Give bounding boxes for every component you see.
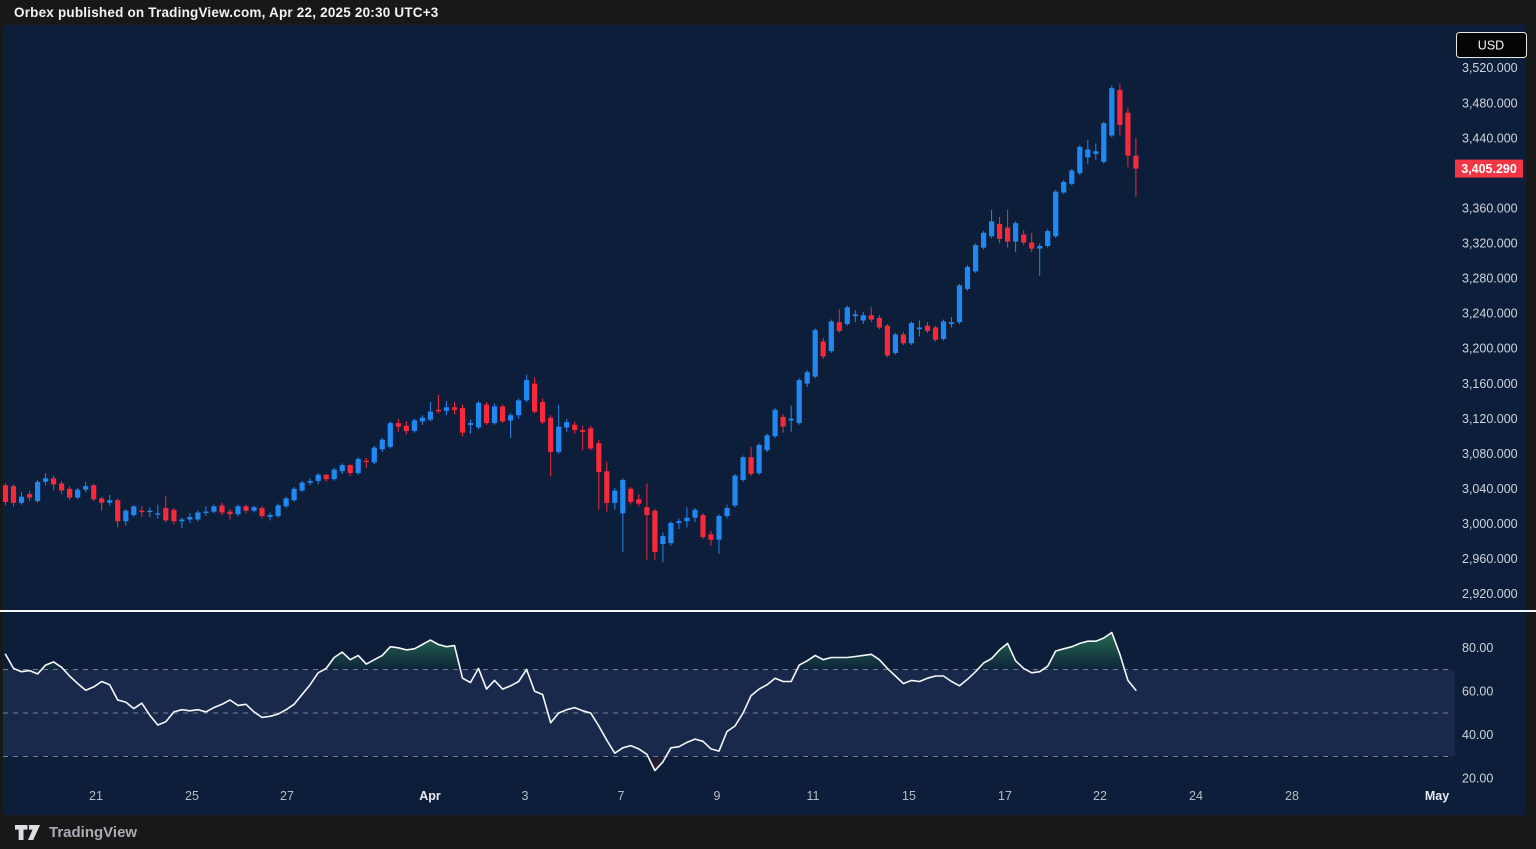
publication-title: Orbex published on TradingView.com, Apr … xyxy=(0,5,439,20)
rsi-tick-label: 40.00 xyxy=(1462,728,1493,742)
tradingview-brand-text[interactable]: TradingView xyxy=(49,824,137,841)
time-tick-label-28[interactable]: 28 xyxy=(1285,789,1299,803)
time-tick-label-27[interactable]: 27 xyxy=(280,789,294,803)
price-tick-label: 3,200.000 xyxy=(1462,342,1518,356)
chart-svg[interactable]: 3,520.000 3,480.000 3,440.000 3,360.000 3,32… xyxy=(0,25,1536,815)
tradingview-chart-page: Orbex published on TradingView.com, Apr … xyxy=(0,0,1536,849)
left-frame xyxy=(0,25,3,815)
time-tick-label-9[interactable]: 9 xyxy=(714,789,721,803)
price-tick-label: 3,240.000 xyxy=(1462,307,1518,321)
svg-text:USD: USD xyxy=(1478,39,1504,53)
time-tick-label-7[interactable]: 7 xyxy=(618,789,625,803)
price-tick-label: 3,040.000 xyxy=(1462,482,1518,496)
time-tick-label-May[interactable]: May xyxy=(1425,789,1449,803)
rsi-tick-label: 20.00 xyxy=(1462,772,1493,786)
price-tick-label: 2,920.000 xyxy=(1462,587,1518,601)
time-tick-label-24[interactable]: 24 xyxy=(1189,789,1203,803)
time-tick-label-15[interactable]: 15 xyxy=(902,789,916,803)
price-tick-label: 3,000.000 xyxy=(1462,517,1518,531)
currency-button[interactable]: USD xyxy=(1457,33,1527,58)
price-tick-label: 3,480.000 xyxy=(1462,96,1518,110)
time-tick-label-17[interactable]: 17 xyxy=(998,789,1012,803)
publication-header: Orbex published on TradingView.com, Apr … xyxy=(0,0,1536,25)
chart-area[interactable]: 3,520.000 3,480.000 3,440.000 3,360.000 3,32… xyxy=(0,25,1536,815)
right-frame[interactable] xyxy=(1526,25,1536,815)
price-tick-label: 3,520.000 xyxy=(1462,61,1518,75)
price-tick-label: 3,120.000 xyxy=(1462,412,1518,426)
rsi-tick-label: 60.00 xyxy=(1462,685,1493,699)
price-tick-label: 3,360.000 xyxy=(1462,202,1518,216)
tradingview-logo-icon[interactable] xyxy=(14,824,41,841)
time-tick-label-21[interactable]: 21 xyxy=(89,789,103,803)
time-tick-label-11[interactable]: 11 xyxy=(807,789,820,803)
price-tick-label: 3,320.000 xyxy=(1462,237,1518,251)
time-tick-label-22[interactable]: 22 xyxy=(1093,789,1107,803)
time-tick-label-Apr[interactable]: Apr xyxy=(419,789,441,803)
time-tick-label-25[interactable]: 25 xyxy=(185,789,199,803)
time-tick-label-3[interactable]: 3 xyxy=(522,789,529,803)
price-tick-label: 2,960.000 xyxy=(1462,552,1518,566)
price-tick-label: 3,440.000 xyxy=(1462,131,1518,145)
price-tick-label: 3,280.000 xyxy=(1462,272,1518,286)
rsi-tick-label: 80.00 xyxy=(1462,641,1493,655)
price-tick-label: 3,160.000 xyxy=(1462,377,1518,391)
price-tick-label: 3,080.000 xyxy=(1462,447,1518,461)
svg-text:3,405.290: 3,405.290 xyxy=(1461,162,1517,176)
footer-bar: TradingView xyxy=(0,815,1536,849)
last-price-badge: 3,405.290 xyxy=(1455,160,1523,178)
